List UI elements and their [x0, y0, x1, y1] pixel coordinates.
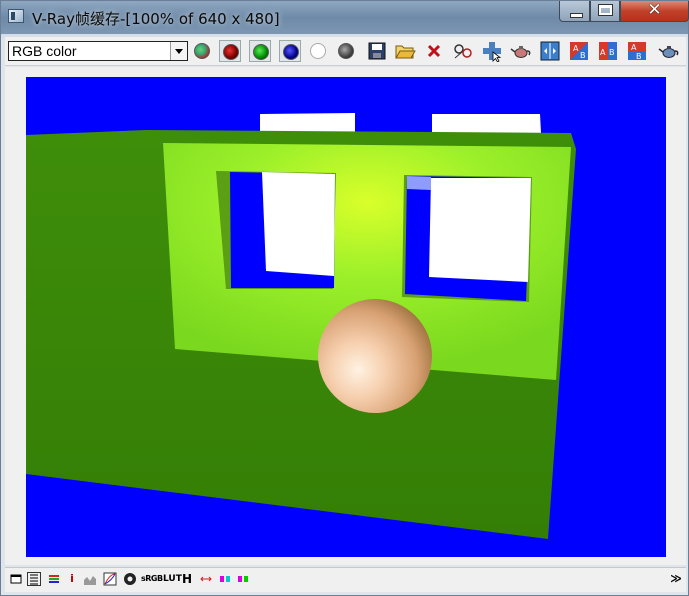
swap-ab-icon: A B: [628, 42, 646, 61]
chevron-down-icon[interactable]: [170, 42, 187, 60]
render-teapot-icon: [510, 46, 531, 58]
history-a-icon: A B: [570, 42, 588, 60]
open-folder-icon: [395, 45, 416, 59]
rgb-channel-button[interactable]: [191, 40, 213, 62]
color-curve-icon[interactable]: [103, 572, 117, 586]
histogram-icon[interactable]: [83, 572, 97, 586]
render-last-button[interactable]: [510, 40, 532, 62]
mono-channel-button[interactable]: [335, 40, 357, 62]
red-channel-icon: [223, 44, 239, 60]
green-channel-icon: [253, 44, 269, 60]
last-render-teapot-icon: [658, 46, 679, 58]
maximize-button[interactable]: [590, 1, 620, 22]
stereo-icon[interactable]: [199, 572, 213, 586]
compare-ab-button[interactable]: [539, 40, 561, 62]
track-mouse-button[interactable]: [452, 40, 474, 62]
close-button[interactable]: ✕: [620, 0, 689, 22]
back-light-right: [432, 114, 541, 133]
alpha-channel-button[interactable]: [307, 40, 329, 62]
track-mouse-icon: [454, 44, 472, 59]
save-image-button[interactable]: [366, 40, 388, 62]
lens-effects-icon[interactable]: [237, 572, 249, 586]
svg-text:A: A: [631, 43, 637, 52]
svg-text:B: B: [609, 48, 615, 57]
info-icon[interactable]: i: [67, 572, 77, 586]
channel-select[interactable]: RGB color: [8, 41, 188, 61]
srgb-button[interactable]: sRGB: [141, 572, 163, 586]
title-bar[interactable]: V-Ray帧缓存-[100% of 640 x 480] ✕: [1, 0, 689, 34]
window-title: V-Ray帧缓存-[100% of 640 x 480]: [32, 10, 280, 28]
properties-icon[interactable]: [27, 572, 41, 586]
clear-icon: [427, 44, 441, 58]
right-window-light: [429, 178, 531, 282]
svg-text:B: B: [580, 51, 586, 60]
history-b-icon: A B: [599, 42, 617, 60]
render-button[interactable]: [658, 40, 680, 62]
app-icon[interactable]: [8, 9, 24, 23]
red-channel-button[interactable]: [219, 40, 241, 62]
window-icon[interactable]: [10, 572, 22, 586]
history-b-button[interactable]: A B: [597, 40, 619, 62]
sphere: [318, 299, 432, 413]
svg-text:B: B: [636, 52, 642, 61]
blue-channel-button[interactable]: [279, 40, 301, 62]
image-viewport[interactable]: [5, 67, 686, 565]
right-window-glint: [407, 176, 431, 190]
rendered-scene: [26, 77, 666, 557]
toolbar: RGB color A B A B A B: [5, 37, 686, 66]
rendered-image: [26, 77, 666, 557]
settings-icon[interactable]: [123, 572, 137, 586]
close-icon: ✕: [647, 0, 662, 20]
levels-icon[interactable]: [47, 572, 61, 586]
save-icon: [368, 42, 386, 60]
region-render-icon: [483, 42, 502, 63]
alpha-channel-icon: [310, 43, 326, 59]
bottom-toolbar: i sRGB LUT H ≫: [5, 567, 686, 592]
svg-text:A: A: [600, 48, 606, 57]
minimize-button[interactable]: [559, 1, 590, 22]
left-window-light: [262, 172, 335, 276]
lut-button[interactable]: LUT: [163, 572, 182, 586]
back-light-left: [260, 113, 355, 133]
history-a-button[interactable]: A B: [568, 40, 590, 62]
load-image-button[interactable]: [394, 40, 416, 62]
compare-ab-icon: [540, 41, 560, 61]
green-channel-button[interactable]: [249, 40, 271, 62]
minimize-icon: [570, 13, 583, 18]
channel-select-value: RGB color: [12, 43, 77, 59]
vray-frame-buffer-window: V-Ray帧缓存-[100% of 640 x 480] ✕ RGB color: [0, 0, 689, 596]
pixel-aspect-icon[interactable]: [219, 572, 231, 586]
maximize-icon: [598, 4, 613, 16]
clear-image-button[interactable]: [423, 40, 445, 62]
region-render-button[interactable]: [481, 40, 503, 63]
blue-channel-icon: [283, 44, 299, 60]
rgb-channel-icon: [194, 43, 210, 59]
expand-icon[interactable]: ≫: [669, 572, 683, 586]
h-button[interactable]: H: [182, 572, 192, 586]
mono-channel-icon: [338, 43, 354, 59]
svg-text:A: A: [573, 44, 579, 53]
swap-ab-button[interactable]: A B: [626, 40, 648, 62]
